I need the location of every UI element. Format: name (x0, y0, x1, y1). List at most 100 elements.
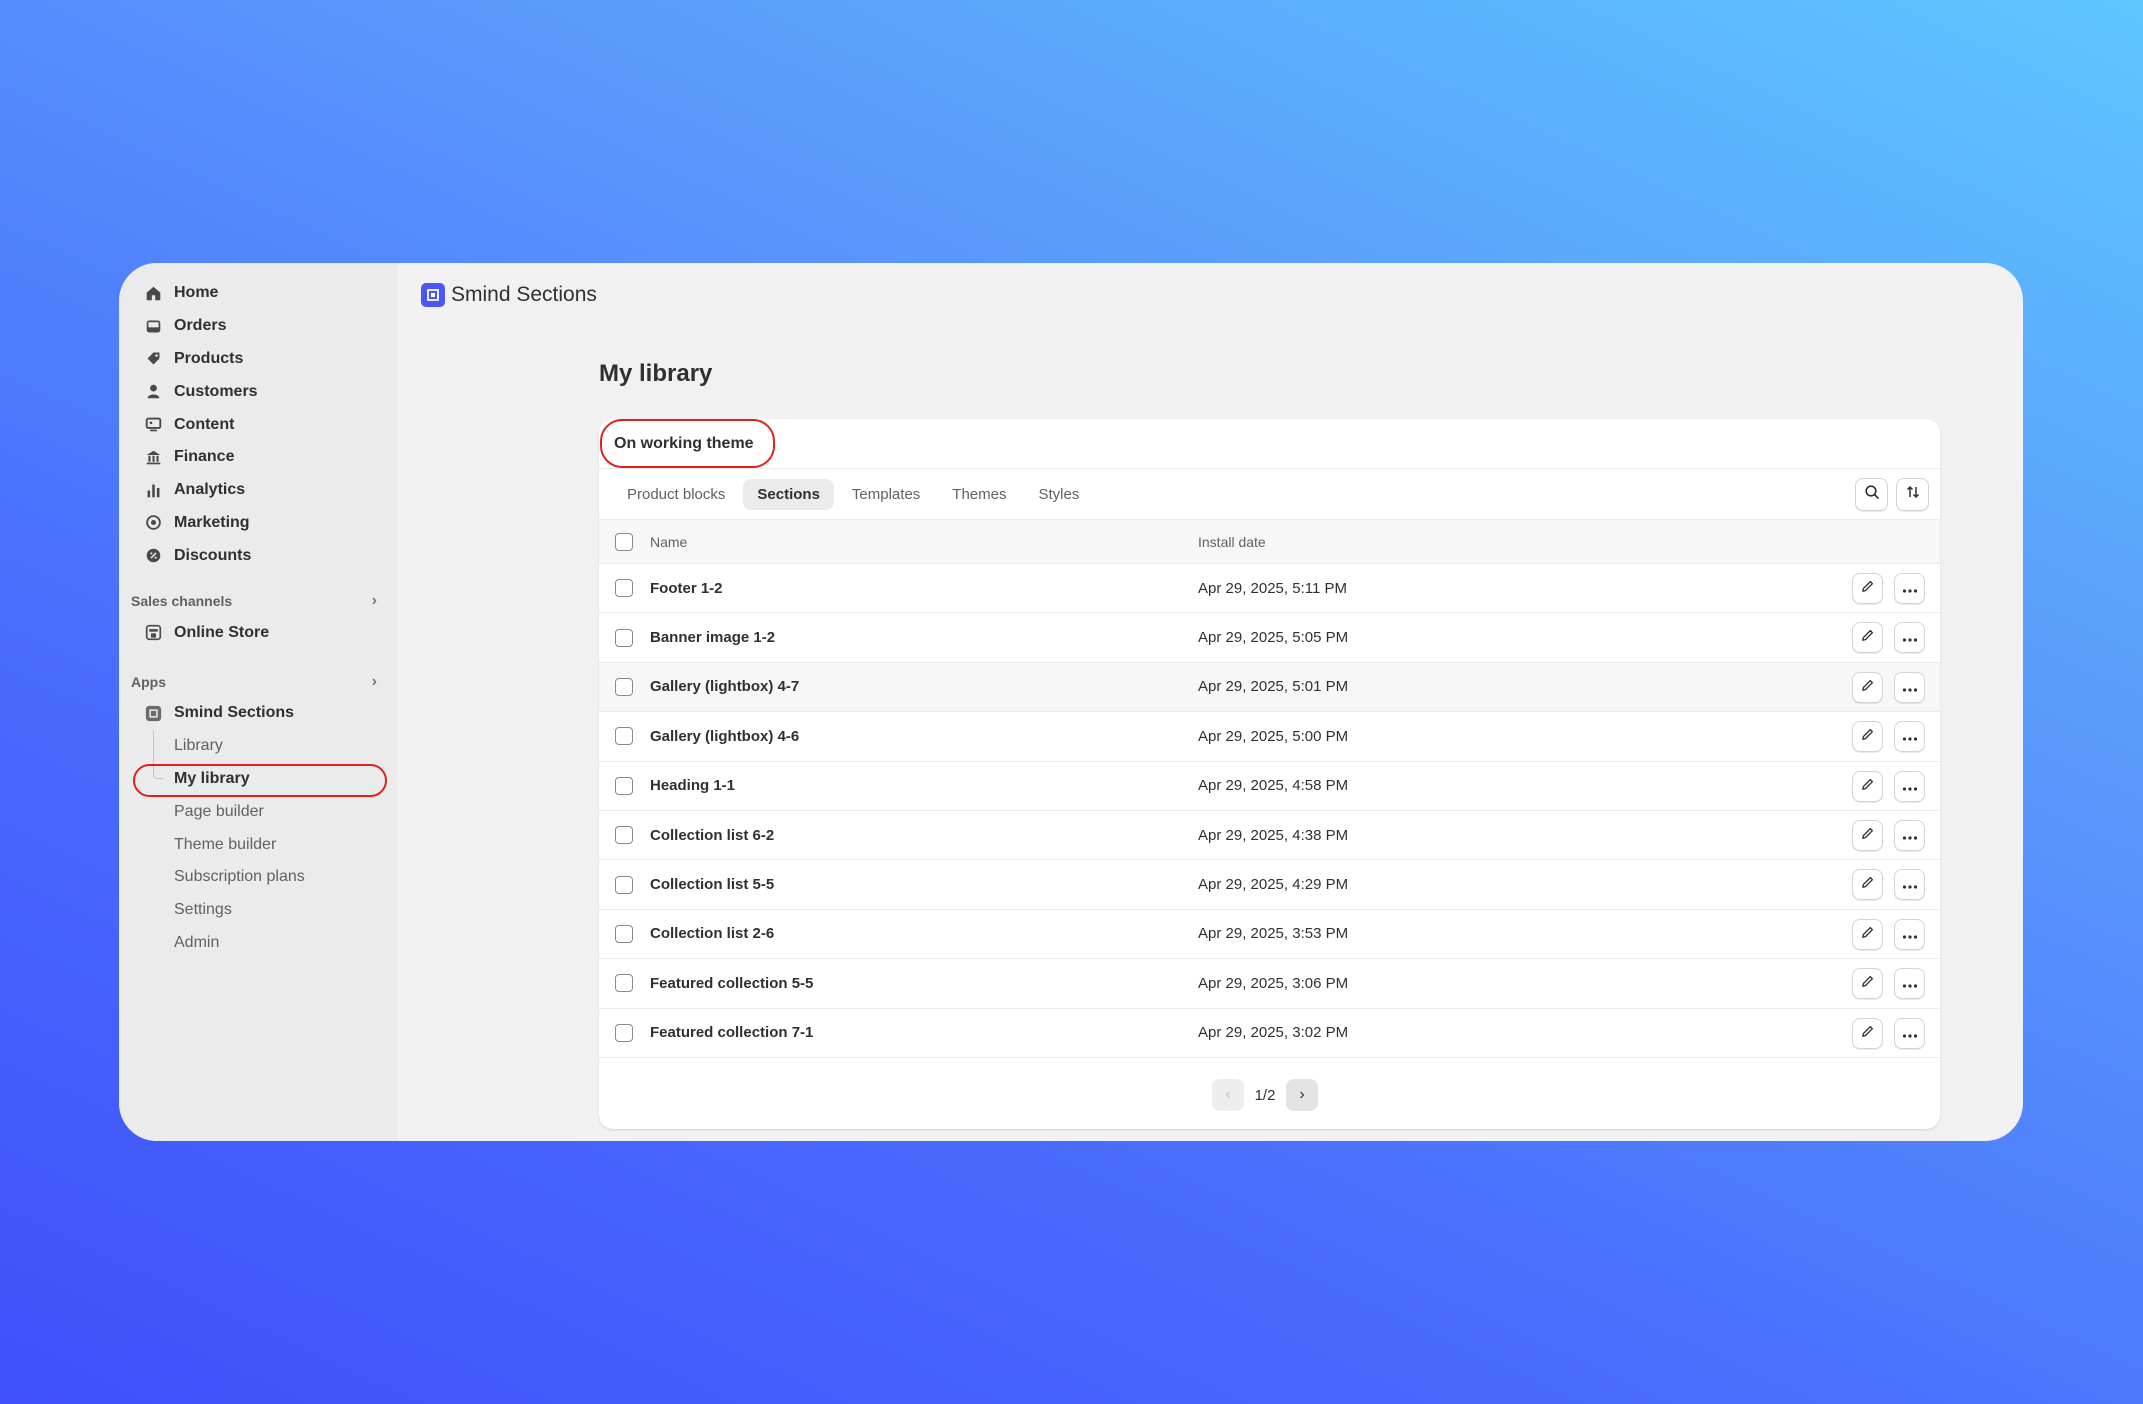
row-checkbox[interactable] (615, 776, 633, 795)
tag-icon (144, 350, 162, 368)
sidebar-item-finance[interactable]: Finance (119, 441, 397, 474)
sales-channels-header[interactable]: Sales channels › (119, 586, 397, 616)
more-actions-button[interactable] (1894, 968, 1925, 1000)
sidebar-subitem-settings[interactable]: Settings (119, 894, 397, 927)
more-actions-button[interactable] (1894, 573, 1925, 604)
edit-button[interactable] (1852, 968, 1883, 1000)
table-row[interactable]: Gallery (lightbox) 4-7 Apr 29, 2025, 5:01… (599, 662, 1940, 713)
next-page-button[interactable]: › (1286, 1079, 1318, 1111)
sidebar-item-online-store[interactable]: Online Store (119, 616, 397, 649)
row-checkbox[interactable] (615, 677, 633, 696)
row-install-date: Apr 29, 2025, 4:38 PM (1198, 826, 1349, 844)
edit-button[interactable] (1852, 573, 1883, 604)
more-actions-button[interactable] (1894, 869, 1925, 901)
edit-button[interactable] (1852, 770, 1883, 802)
edit-button[interactable] (1852, 1017, 1883, 1049)
table-row[interactable]: Footer 1-2 Apr 29, 2025, 5:11 PM (599, 564, 1940, 614)
search-button[interactable] (1855, 478, 1888, 511)
sidebar-item-marketing[interactable]: Marketing (119, 507, 397, 540)
column-header-install-date[interactable]: Install date (1198, 534, 1266, 550)
sidebar-subitem-admin[interactable]: Admin (119, 927, 397, 960)
tab-product-blocks[interactable]: Product blocks (613, 479, 739, 510)
row-name[interactable]: Gallery (lightbox) 4-6 (650, 728, 799, 745)
table-row[interactable]: Featured collection 5-5 Apr 29, 2025, 3:0… (599, 959, 1940, 1009)
row-name[interactable]: Gallery (lightbox) 4-7 (650, 678, 799, 695)
row-name[interactable]: Heading 1-1 (650, 777, 735, 794)
prev-page-button[interactable]: ‹ (1212, 1079, 1244, 1111)
theme-filter-button[interactable]: On working theme (600, 419, 775, 468)
ellipsis-icon (1902, 1025, 1918, 1042)
row-install-date: Apr 29, 2025, 5:01 PM (1198, 678, 1349, 696)
app-title: Smind Sections (451, 283, 597, 306)
more-actions-button[interactable] (1894, 819, 1925, 851)
more-actions-button[interactable] (1894, 1017, 1925, 1049)
more-actions-button[interactable] (1894, 622, 1925, 654)
more-actions-button[interactable] (1894, 918, 1925, 950)
sidebar-subitem-subscription-plans[interactable]: Subscription plans (119, 861, 397, 894)
row-checkbox[interactable] (615, 579, 633, 598)
table-row[interactable]: Banner image 1-2 Apr 29, 2025, 5:05 PM (599, 613, 1940, 663)
table-row[interactable]: Collection list 5-5 Apr 29, 2025, 4:29 PM (599, 860, 1940, 910)
row-checkbox[interactable] (615, 924, 633, 943)
apps-header[interactable]: Apps › (119, 667, 397, 697)
table-header: Name Install date (599, 520, 1940, 564)
row-name[interactable]: Collection list 2-6 (650, 925, 774, 942)
sidebar-item-label: Marketing (174, 513, 250, 531)
table-row[interactable]: Gallery (lightbox) 4-6 Apr 29, 2025, 5:00… (599, 712, 1940, 762)
row-checkbox[interactable] (615, 628, 633, 647)
chevron-right-icon: › (371, 672, 377, 690)
column-header-name[interactable]: Name (650, 534, 687, 550)
more-actions-button[interactable] (1894, 721, 1925, 753)
row-install-date: Apr 29, 2025, 4:29 PM (1198, 876, 1349, 894)
sidebar-item-discounts[interactable]: Discounts (119, 539, 397, 572)
row-name[interactable]: Banner image 1-2 (650, 629, 775, 646)
edit-button[interactable] (1852, 622, 1883, 654)
sidebar-subitem-label: Theme builder (174, 835, 277, 853)
sidebar-item-orders[interactable]: Orders (119, 310, 397, 343)
more-actions-button[interactable] (1894, 671, 1925, 703)
ellipsis-icon (1902, 827, 1918, 844)
discount-icon (144, 547, 162, 565)
edit-button[interactable] (1852, 671, 1883, 703)
edit-button[interactable] (1852, 869, 1883, 901)
sidebar-item-content[interactable]: Content (119, 408, 397, 441)
row-checkbox[interactable] (615, 875, 633, 894)
row-name[interactable]: Featured collection 7-1 (650, 1024, 813, 1041)
tab-sections[interactable]: Sections (743, 478, 834, 510)
sidebar-subitem-label: Page builder (174, 802, 264, 820)
table-row[interactable]: Collection list 2-6 Apr 29, 2025, 3:53 PM (599, 910, 1940, 960)
page-indicator: 1/2 (1254, 1086, 1276, 1104)
sidebar-subitem-page-builder[interactable]: Page builder (119, 795, 397, 828)
tab-templates[interactable]: Templates (838, 479, 934, 510)
sidebar-item-customers[interactable]: Customers (119, 375, 397, 408)
sidebar-item-analytics[interactable]: Analytics (119, 474, 397, 507)
chevron-right-icon: › (371, 592, 377, 610)
row-name[interactable]: Footer 1-2 (650, 580, 723, 597)
row-name[interactable]: Featured collection 5-5 (650, 975, 813, 992)
edit-button[interactable] (1852, 819, 1883, 851)
row-checkbox[interactable] (615, 727, 633, 746)
row-name[interactable]: Collection list 6-2 (650, 827, 774, 844)
row-checkbox[interactable] (615, 974, 633, 993)
sidebar-subitem-theme-builder[interactable]: Theme builder (119, 828, 397, 861)
inbox-icon (144, 317, 162, 335)
sidebar-subitem-library[interactable]: Library (119, 729, 397, 763)
sidebar-item-smind-sections[interactable]: Smind Sections (119, 697, 397, 730)
search-icon (1864, 484, 1880, 505)
row-name[interactable]: Collection list 5-5 (650, 876, 774, 893)
more-actions-button[interactable] (1894, 770, 1925, 802)
edit-button[interactable] (1852, 721, 1883, 753)
sort-button[interactable] (1896, 478, 1929, 511)
select-all-checkbox[interactable] (615, 532, 633, 551)
table-row[interactable]: Heading 1-1 Apr 29, 2025, 4:58 PM (599, 762, 1940, 811)
sidebar-item-products[interactable]: Products (119, 343, 397, 376)
sidebar-item-label: Discounts (174, 546, 252, 564)
row-checkbox[interactable] (615, 826, 633, 845)
sidebar-item-home[interactable]: Home (119, 277, 397, 310)
tab-styles[interactable]: Styles (1024, 479, 1093, 510)
edit-button[interactable] (1852, 918, 1883, 950)
table-row[interactable]: Collection list 6-2 Apr 29, 2025, 4:38 PM (599, 811, 1940, 861)
tab-themes[interactable]: Themes (938, 479, 1020, 510)
table-row[interactable]: Featured collection 7-1 Apr 29, 2025, 3:0… (599, 1009, 1940, 1058)
row-checkbox[interactable] (615, 1023, 633, 1042)
